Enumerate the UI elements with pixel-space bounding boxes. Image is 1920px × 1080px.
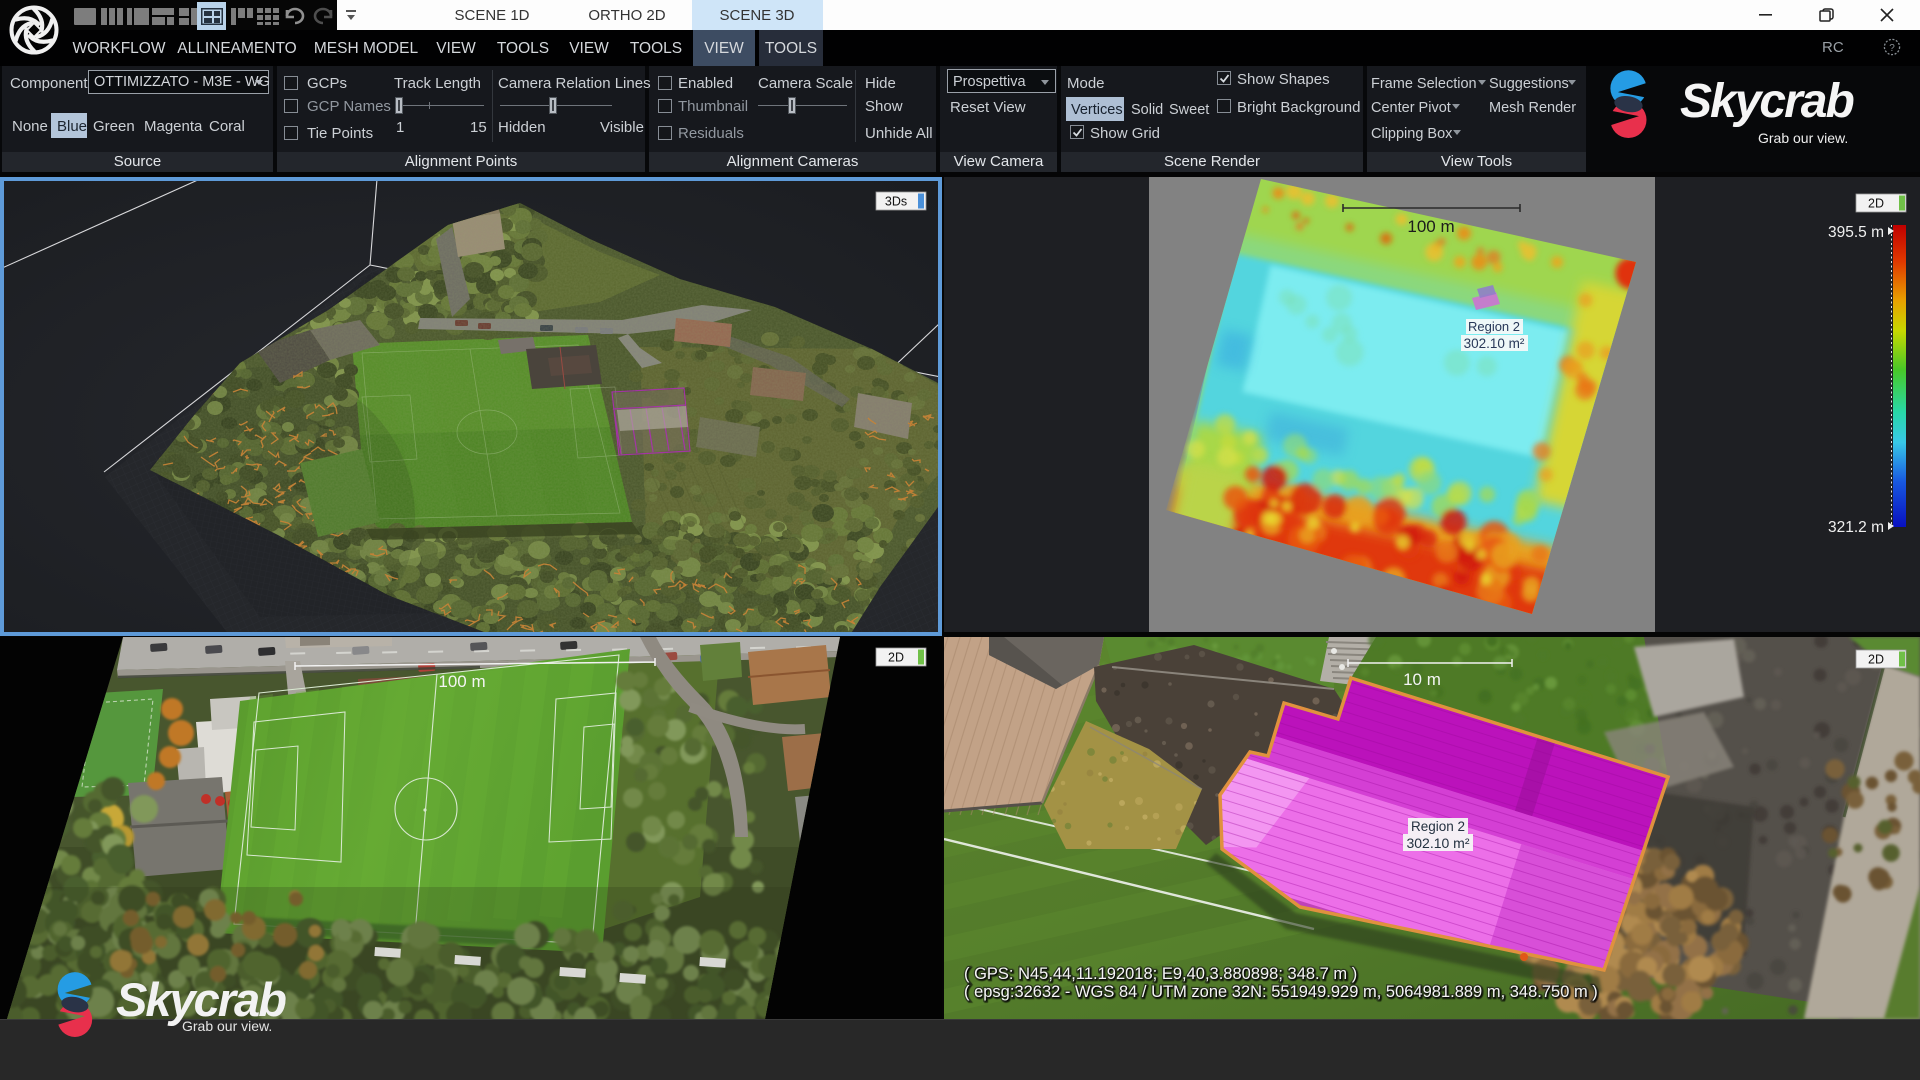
svg-text:302.10 m²: 302.10 m² [1406, 835, 1469, 851]
svg-text:100 m: 100 m [438, 672, 485, 691]
svg-text:321.2 m: 321.2 m [1828, 519, 1884, 536]
svg-text:Region 2: Region 2 [1411, 819, 1465, 834]
svg-text:( GPS: N45,44,11.192018; E9,40: ( GPS: N45,44,11.192018; E9,40,3.880898;… [964, 965, 1357, 983]
svg-text:2D: 2D [1868, 653, 1884, 667]
svg-text:( epsg:32632 - WGS 84 / UTM zo: ( epsg:32632 - WGS 84 / UTM zone 32N: 55… [964, 983, 1598, 1001]
svg-text:10 m: 10 m [1403, 670, 1441, 689]
svg-text:302.10 m²: 302.10 m² [1464, 336, 1525, 351]
svg-text:100 m: 100 m [1407, 217, 1454, 236]
svg-text:?: ? [1889, 43, 1895, 54]
svg-text:2D: 2D [1868, 197, 1884, 211]
svg-text:3Ds: 3Ds [885, 195, 907, 209]
svg-text:395.5 m: 395.5 m [1828, 224, 1884, 241]
svg-text:Region 2: Region 2 [1468, 319, 1520, 334]
svg-text:Grab our view.: Grab our view. [182, 1018, 272, 1034]
svg-text:2D: 2D [888, 651, 904, 665]
